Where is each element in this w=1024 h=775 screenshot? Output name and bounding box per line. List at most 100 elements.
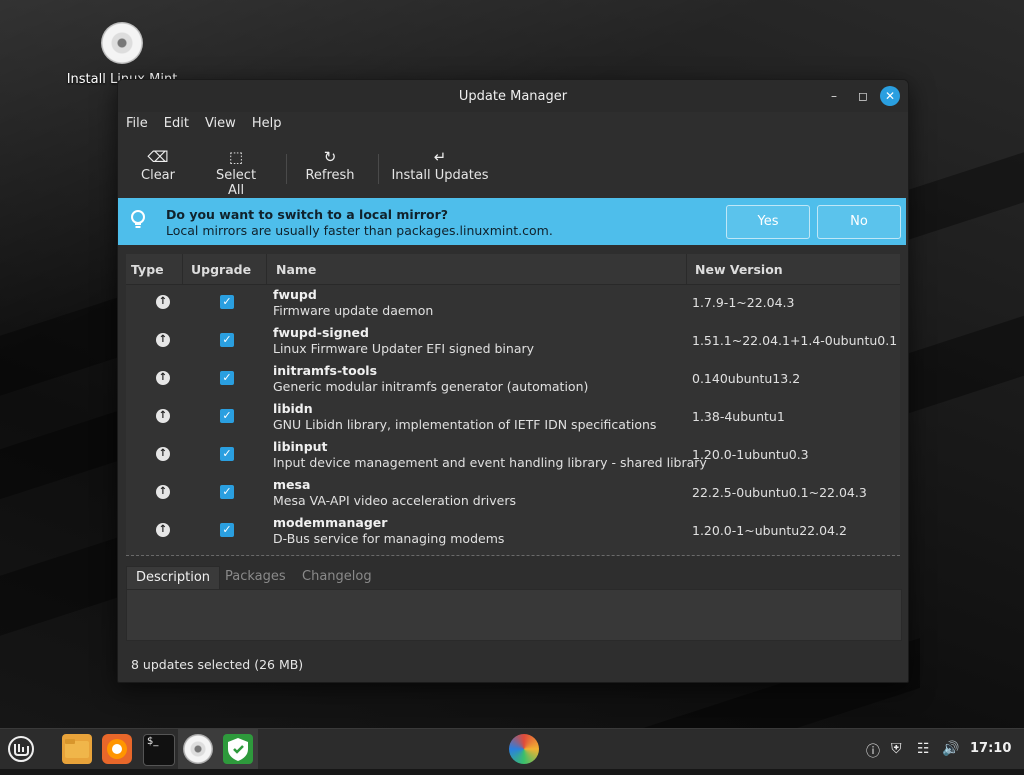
- menu-edit[interactable]: Edit: [156, 116, 197, 136]
- package-name: libidn: [273, 401, 313, 416]
- titlebar[interactable]: Update Manager – ◻ ✕: [118, 80, 908, 112]
- upgrade-checkbox[interactable]: ✓: [220, 523, 234, 537]
- refresh-icon: ↻: [323, 148, 337, 166]
- menu-view[interactable]: View: [197, 116, 244, 136]
- menu-help[interactable]: Help: [244, 116, 290, 136]
- toolbar: ⌫ Clear ⬚ Select All ↻ Refresh ↵ Install…: [118, 146, 908, 198]
- upgrade-arrow-icon: ↑: [156, 523, 170, 537]
- network-icon[interactable]: ☷: [917, 741, 930, 757]
- minimize-icon[interactable]: –: [824, 86, 844, 106]
- color-picker-icon[interactable]: [509, 734, 539, 764]
- upgrade-arrow-icon: ↑: [156, 295, 170, 309]
- toolbar-separator: [286, 154, 287, 184]
- upgrade-checkbox[interactable]: ✓: [220, 409, 234, 423]
- upgrade-arrow-icon: ↑: [156, 409, 170, 423]
- column-separator: [686, 254, 687, 284]
- package-description: GNU Libidn library, implementation of IE…: [273, 417, 657, 432]
- enter-icon: ↵: [433, 148, 447, 166]
- select-all-icon: ⬚: [228, 148, 244, 166]
- maximize-icon[interactable]: ◻: [853, 86, 873, 106]
- table-row[interactable]: ↑ ✓ mesa Mesa VA-API video acceleration …: [126, 475, 900, 513]
- package-version: 1.20.0-1ubuntu0.3: [692, 447, 809, 462]
- package-name: initramfs-tools: [273, 363, 378, 378]
- column-upgrade[interactable]: Upgrade: [191, 262, 251, 277]
- no-button[interactable]: No: [817, 205, 901, 239]
- firefox-icon[interactable]: [102, 734, 132, 764]
- column-name[interactable]: Name: [276, 262, 316, 277]
- package-name: fwupd-signed: [273, 325, 369, 340]
- package-version: 1.38-4ubuntu1: [692, 409, 785, 424]
- package-version: 1.20.0-1~ubuntu22.04.2: [692, 523, 847, 538]
- disc-icon: [101, 22, 143, 64]
- banner-title: Do you want to switch to a local mirror?: [166, 207, 449, 222]
- package-description: Mesa VA-API video acceleration drivers: [273, 493, 517, 508]
- menubar: File Edit View Help: [118, 116, 289, 136]
- package-description: Linux Firmware Updater EFI signed binary: [273, 341, 535, 356]
- install-updates-button[interactable]: ↵ Install Updates: [390, 146, 490, 183]
- upgrade-checkbox[interactable]: ✓: [220, 485, 234, 499]
- package-description: Input device management and event handli…: [273, 455, 707, 470]
- toolbar-separator: [378, 154, 379, 184]
- desktop-icon-install[interactable]: Install Linux Mint: [62, 22, 182, 87]
- clear-label: Clear: [141, 168, 175, 183]
- tab-packages[interactable]: Packages: [216, 566, 295, 588]
- upgrade-checkbox[interactable]: ✓: [220, 447, 234, 461]
- column-separator: [182, 254, 183, 284]
- upgrade-arrow-icon: ↑: [156, 333, 170, 347]
- upgrade-checkbox[interactable]: ✓: [220, 333, 234, 347]
- status-text: 8 updates selected (26 MB): [131, 657, 304, 672]
- tab-description[interactable]: Description: [126, 566, 221, 589]
- menu-file[interactable]: File: [118, 116, 156, 136]
- table-body: ↑ ✓ fwupd Firmware update daemon 1.7.9-1…: [126, 285, 900, 551]
- package-version: 1.51.1~22.04.1+1.4-0ubuntu0.1: [692, 333, 898, 348]
- table-row[interactable]: ↑ ✓ libidn GNU Libidn library, implement…: [126, 399, 900, 437]
- table-header: Type Upgrade Name New Version: [126, 254, 900, 285]
- column-separator: [266, 254, 267, 284]
- column-type[interactable]: Type: [131, 262, 164, 277]
- package-description: Firmware update daemon: [273, 303, 434, 318]
- notification-icon[interactable]: ⓘ: [866, 741, 880, 761]
- tab-changelog[interactable]: Changelog: [293, 566, 381, 588]
- package-name: libinput: [273, 439, 328, 454]
- package-name: fwupd: [273, 287, 317, 302]
- select-all-button[interactable]: ⬚ Select All: [206, 146, 266, 198]
- package-description: Generic modular initramfs generator (aut…: [273, 379, 589, 394]
- yes-button[interactable]: Yes: [726, 205, 810, 239]
- files-icon[interactable]: [62, 734, 92, 764]
- window-title: Update Manager: [458, 89, 568, 104]
- package-version: 1.7.9-1~22.04.3: [692, 295, 795, 310]
- upgrade-checkbox[interactable]: ✓: [220, 295, 234, 309]
- table-row[interactable]: ↑ ✓ fwupd Firmware update daemon 1.7.9-1…: [126, 285, 900, 323]
- update-manager-icon[interactable]: [223, 734, 253, 764]
- volume-icon[interactable]: 🔊: [942, 741, 959, 757]
- refresh-label: Refresh: [305, 168, 355, 183]
- refresh-button[interactable]: ↻ Refresh: [302, 146, 358, 183]
- shield-icon[interactable]: ⛨: [891, 741, 902, 757]
- package-name: modemmanager: [273, 515, 388, 530]
- terminal-icon[interactable]: $_: [143, 734, 175, 766]
- package-version: 0.140ubuntu13.2: [692, 371, 801, 386]
- package-description: D-Bus service for managing modems: [273, 531, 505, 546]
- list-scroll-edge: [126, 555, 900, 556]
- updates-table: Type Upgrade Name New Version ↑ ✓ fwupd …: [126, 254, 900, 556]
- close-icon[interactable]: ✕: [880, 86, 900, 106]
- select-all-label: Select All: [215, 168, 257, 198]
- mirror-banner: Do you want to switch to a local mirror?…: [118, 198, 906, 245]
- clock[interactable]: 17:10: [970, 741, 1011, 756]
- column-new-version[interactable]: New Version: [695, 262, 783, 277]
- table-row[interactable]: ↑ ✓ initramfs-tools Generic modular init…: [126, 361, 900, 399]
- banner-subtitle: Local mirrors are usually faster than pa…: [166, 223, 553, 238]
- details-tabs: Description Packages Changelog: [126, 566, 900, 589]
- package-name: mesa: [273, 477, 311, 492]
- lightbulb-icon: [131, 210, 145, 228]
- table-row[interactable]: ↑ ✓ fwupd-signed Linux Firmware Updater …: [126, 323, 900, 361]
- clear-button[interactable]: ⌫ Clear: [138, 146, 178, 183]
- table-row[interactable]: ↑ ✓ libinput Input device management and…: [126, 437, 900, 475]
- upgrade-checkbox[interactable]: ✓: [220, 371, 234, 385]
- mint-menu-icon[interactable]: [6, 734, 36, 764]
- upgrade-arrow-icon: ↑: [156, 371, 170, 385]
- description-panel: [126, 589, 902, 641]
- table-row[interactable]: ↑ ✓ modemmanager D-Bus service for manag…: [126, 513, 900, 551]
- package-version: 22.2.5-0ubuntu0.1~22.04.3: [692, 485, 867, 500]
- disc-icon[interactable]: [183, 734, 213, 764]
